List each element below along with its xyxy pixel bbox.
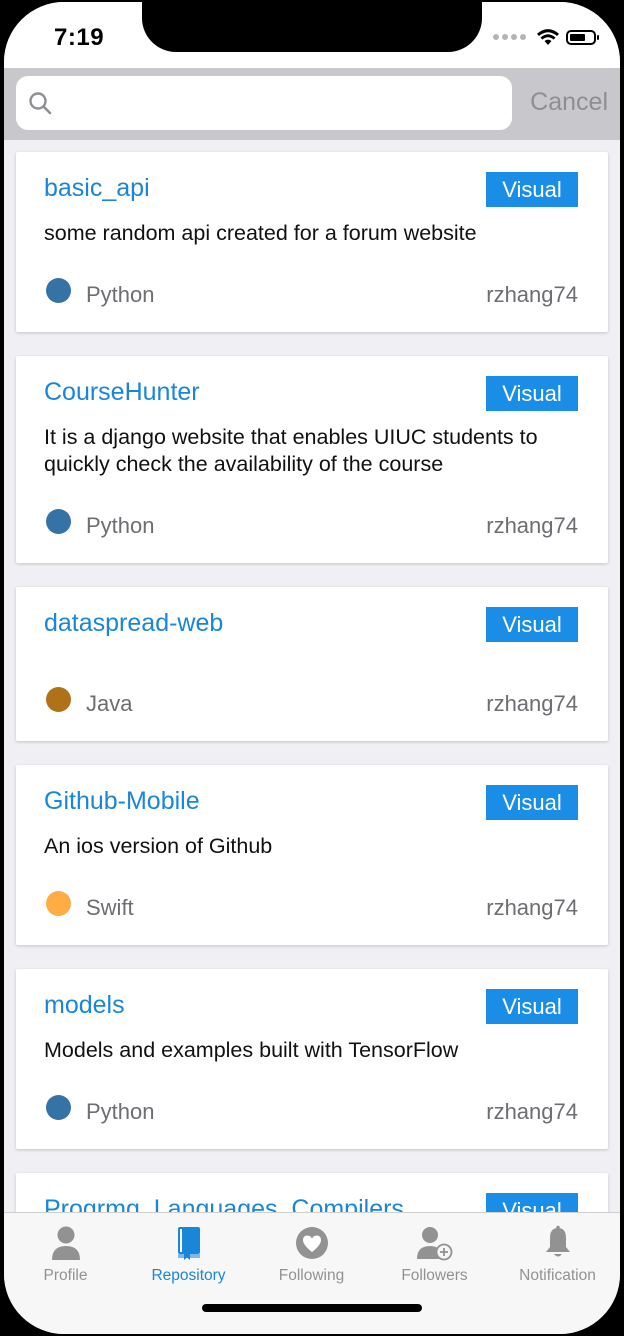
repo-name-link[interactable]: models xyxy=(44,991,125,1020)
repo-owner[interactable]: rzhang74 xyxy=(486,513,578,539)
tab-repository[interactable]: Repository xyxy=(127,1225,250,1285)
repository-list: basic_api Visual some random api created… xyxy=(4,140,620,1212)
repo-description: An ios version of Github xyxy=(44,834,273,858)
repo-name-link[interactable]: Progrmg_Languages_Compilers xyxy=(44,1195,404,1212)
search-icon xyxy=(29,92,52,115)
repo-description: It is a django website that enables UIUC… xyxy=(44,425,538,476)
tab-label: Followers xyxy=(401,1267,468,1284)
repo-language: Python xyxy=(86,1099,155,1124)
status-time: 7:19 xyxy=(54,24,105,51)
tab-profile[interactable]: Profile xyxy=(4,1225,127,1285)
visual-button[interactable]: Visual xyxy=(486,989,578,1024)
repo-card[interactable]: Progrmg_Languages_Compilers Visual xyxy=(16,1173,608,1212)
tab-notification[interactable]: Notification xyxy=(496,1225,619,1285)
repo-card[interactable]: dataspread-web Visual Java rzhang74 xyxy=(16,587,608,741)
search-field[interactable] xyxy=(16,76,512,130)
search-input[interactable] xyxy=(64,86,498,122)
language-color-dot xyxy=(46,509,71,534)
language-color-dot xyxy=(46,278,71,303)
tab-label: Profile xyxy=(43,1267,88,1284)
visual-button[interactable]: Visual xyxy=(486,785,578,820)
visual-button[interactable]: Visual xyxy=(486,376,578,411)
repo-name-link[interactable]: dataspread-web xyxy=(44,609,223,638)
status-icons xyxy=(493,28,599,46)
notch xyxy=(142,2,482,52)
repo-name-link[interactable]: CourseHunter xyxy=(44,378,200,407)
status-bar: 7:19 xyxy=(4,2,620,68)
heart-icon xyxy=(295,1227,328,1259)
repo-name-link[interactable]: Github-Mobile xyxy=(44,787,200,816)
repo-description: some random api created for a forum webs… xyxy=(44,221,477,245)
language-color-dot xyxy=(46,891,71,916)
repo-language: Python xyxy=(86,282,155,307)
search-bar: Cancel xyxy=(4,68,620,140)
tab-bar: Profile Repository Following Followers N… xyxy=(4,1212,620,1334)
repo-language: Java xyxy=(86,691,133,716)
cancel-button[interactable]: Cancel xyxy=(530,88,608,117)
repo-owner[interactable]: rzhang74 xyxy=(486,691,578,717)
repo-owner[interactable]: rzhang74 xyxy=(486,282,578,308)
wifi-icon xyxy=(537,29,559,45)
repo-card[interactable]: basic_api Visual some random api created… xyxy=(16,152,608,332)
tab-following[interactable]: Following xyxy=(250,1225,373,1285)
repo-language: Python xyxy=(86,513,155,538)
book-icon xyxy=(177,1227,200,1260)
phone-screen: 7:19 Cancel basic_api Visual some random… xyxy=(4,2,620,1334)
language-color-dot xyxy=(46,1095,71,1120)
bell-icon xyxy=(545,1225,570,1257)
repo-card[interactable]: CourseHunter Visual It is a django websi… xyxy=(16,356,608,563)
visual-button[interactable]: Visual xyxy=(486,172,578,207)
home-indicator xyxy=(202,1304,422,1312)
tab-label: Following xyxy=(278,1267,345,1284)
tab-label: Notification xyxy=(519,1267,596,1284)
repo-owner[interactable]: rzhang74 xyxy=(486,895,578,921)
person-add-icon xyxy=(416,1227,452,1261)
battery-icon xyxy=(566,29,599,45)
visual-button[interactable]: Visual xyxy=(486,1193,578,1212)
tab-label: Repository xyxy=(151,1267,226,1284)
tab-followers[interactable]: Followers xyxy=(373,1225,496,1285)
repo-owner[interactable]: rzhang74 xyxy=(486,1099,578,1125)
signal-icon xyxy=(493,34,526,40)
repo-card[interactable]: models Visual Models and examples built … xyxy=(16,969,608,1149)
person-icon xyxy=(51,1226,80,1260)
repo-name-link[interactable]: basic_api xyxy=(44,174,150,203)
repo-language: Swift xyxy=(86,895,134,920)
visual-button[interactable]: Visual xyxy=(486,607,578,642)
repo-card[interactable]: Github-Mobile Visual An ios version of G… xyxy=(16,765,608,945)
repo-description: Models and examples built with TensorFlo… xyxy=(44,1038,459,1062)
language-color-dot xyxy=(46,687,71,712)
